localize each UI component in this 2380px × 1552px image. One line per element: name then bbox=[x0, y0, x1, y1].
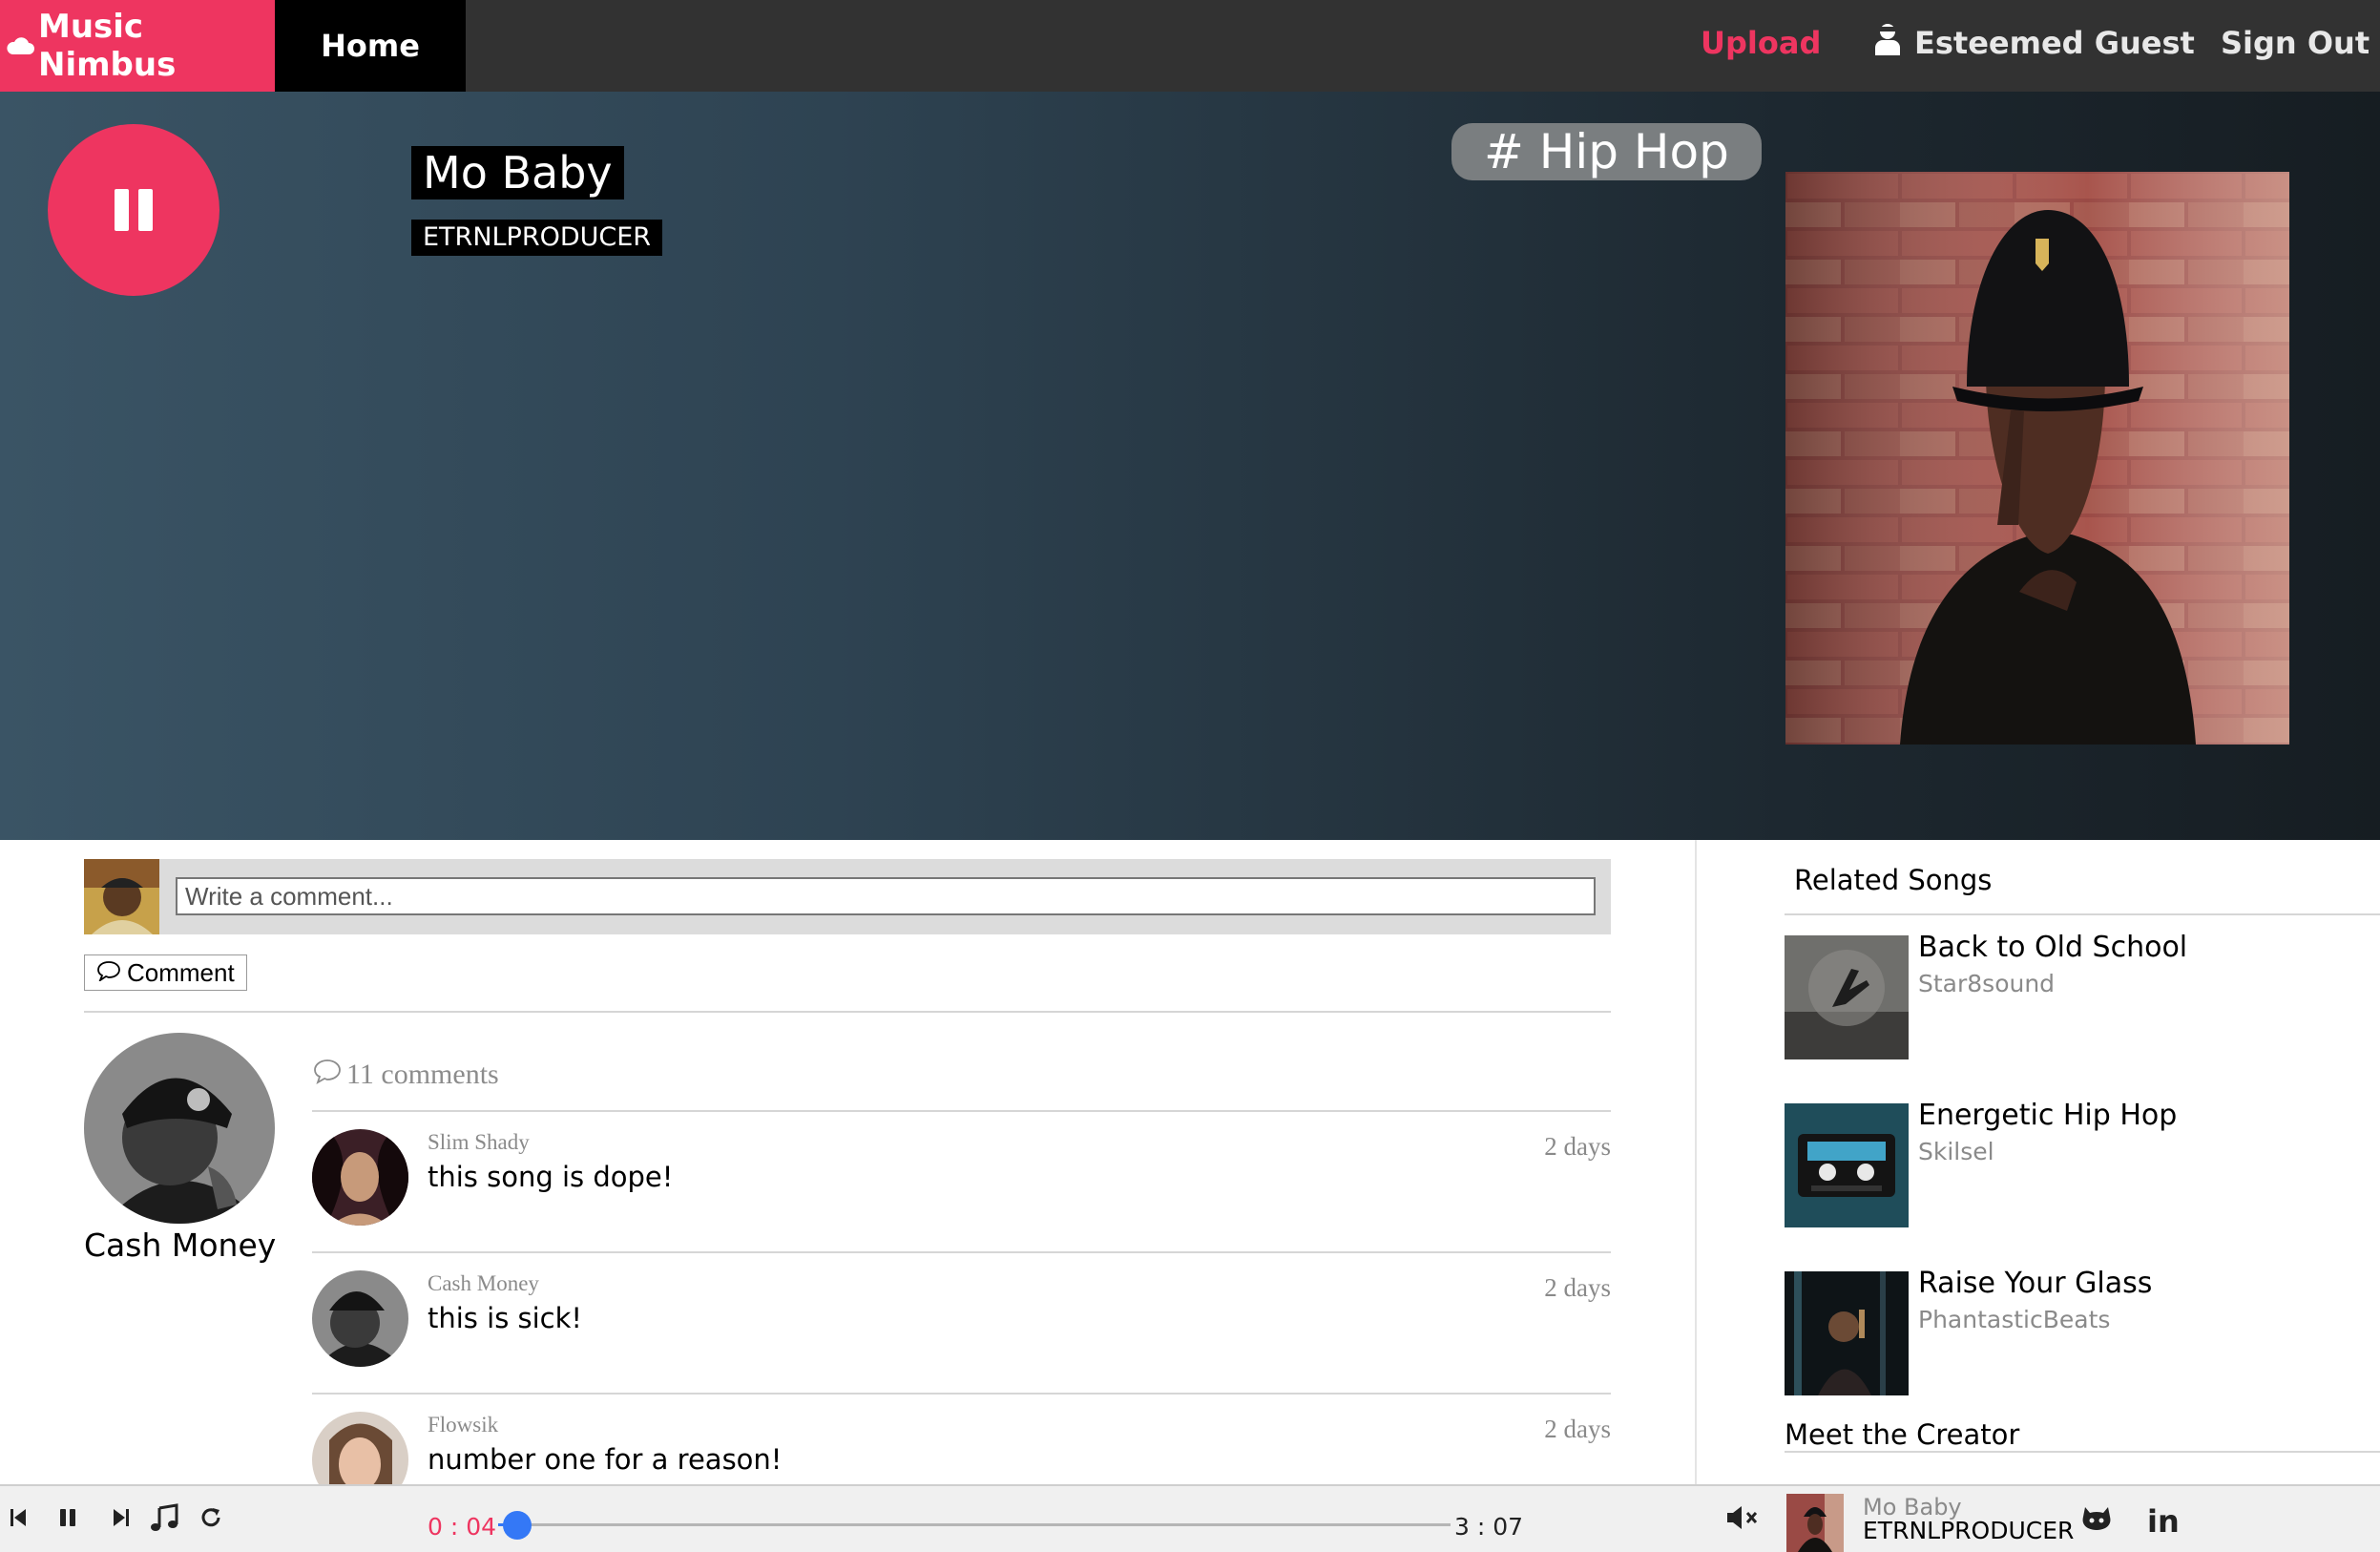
comment-text: this is sick! bbox=[428, 1302, 583, 1334]
song-artist[interactable]: ETRNLPRODUCER bbox=[411, 220, 663, 256]
skip-back-icon bbox=[10, 1507, 27, 1532]
player-bar: 0 : 04 3 : 07 Mo Baby ETRNLPRODUCER in bbox=[0, 1484, 2380, 1552]
comment-username[interactable]: Slim Shady bbox=[428, 1130, 530, 1155]
song-title: Mo Baby bbox=[411, 146, 624, 199]
related-song-artist[interactable]: Star8sound bbox=[1918, 970, 2055, 997]
divider bbox=[312, 1251, 1611, 1253]
related-song-title[interactable]: Energetic Hip Hop bbox=[1918, 1099, 2177, 1132]
mute-button[interactable] bbox=[1725, 1503, 1760, 1536]
song-hero: Mo Baby ETRNLPRODUCER # Hip Hop bbox=[0, 92, 2380, 840]
genre-tag[interactable]: # Hip Hop bbox=[1451, 123, 1762, 180]
skip-forward-icon bbox=[113, 1507, 130, 1532]
comment-username[interactable]: Cash Money bbox=[428, 1271, 539, 1296]
progress-thumb[interactable] bbox=[502, 1511, 532, 1540]
divider bbox=[1785, 913, 2380, 915]
now-playing-cover bbox=[1786, 1494, 1844, 1552]
comment-text: this song is dope! bbox=[428, 1161, 674, 1193]
comment-avatar[interactable] bbox=[312, 1270, 408, 1367]
divider bbox=[312, 1393, 1611, 1395]
brand-logo[interactable]: Music Nimbus bbox=[0, 0, 275, 92]
sidebar-divider bbox=[1695, 840, 1697, 1484]
comment-submit-button[interactable]: Comment bbox=[84, 954, 247, 991]
comment-time: 2 days bbox=[1544, 1132, 1611, 1161]
nav-signout-link[interactable]: Sign Out bbox=[2221, 25, 2370, 61]
playlist-button[interactable] bbox=[150, 1503, 180, 1536]
github-link[interactable] bbox=[2080, 1505, 2113, 1536]
comment-avatar[interactable] bbox=[312, 1129, 408, 1226]
pause-button[interactable] bbox=[53, 1505, 82, 1534]
nav-user-name: Esteemed Guest bbox=[1914, 25, 2195, 61]
comment-button-label: Comment bbox=[127, 957, 235, 987]
speech-bubble-icon bbox=[312, 1058, 343, 1092]
comment-text: number one for a reason! bbox=[428, 1443, 783, 1476]
user-icon bbox=[1874, 23, 1901, 63]
github-icon bbox=[2080, 1507, 2113, 1536]
uploader-name[interactable]: Cash Money bbox=[84, 1227, 276, 1264]
progress-slider[interactable] bbox=[498, 1511, 1451, 1540]
repeat-button[interactable] bbox=[197, 1505, 225, 1534]
related-songs-title: Related Songs bbox=[1794, 864, 1993, 896]
cloud-icon bbox=[6, 36, 34, 55]
divider bbox=[1785, 1451, 2380, 1453]
total-time: 3 : 07 bbox=[1454, 1513, 1524, 1541]
related-song-artist[interactable]: Skilsel bbox=[1918, 1138, 1994, 1165]
comment-time: 2 days bbox=[1544, 1415, 1611, 1443]
album-cover bbox=[1785, 172, 2289, 745]
nav-home-tab[interactable]: Home bbox=[275, 0, 466, 92]
related-song-artist[interactable]: PhantasticBeats bbox=[1918, 1306, 2110, 1333]
comment-input[interactable] bbox=[176, 877, 1596, 915]
brand-name: Music Nimbus bbox=[38, 8, 177, 84]
top-nav: Music Nimbus Home Upload Esteemed Guest … bbox=[0, 0, 2380, 92]
next-track-button[interactable] bbox=[107, 1505, 136, 1534]
current-time: 0 : 04 bbox=[428, 1513, 497, 1541]
pause-icon bbox=[57, 1507, 78, 1532]
repeat-icon bbox=[198, 1505, 223, 1534]
meet-creator-title: Meet the Creator bbox=[1785, 1418, 2020, 1451]
pause-icon bbox=[110, 189, 157, 231]
now-playing-artist: ETRNLPRODUCER bbox=[1863, 1517, 2075, 1544]
related-song-title[interactable]: Back to Old School bbox=[1918, 931, 2187, 964]
comment-username[interactable]: Flowsik bbox=[428, 1413, 498, 1437]
current-user-avatar bbox=[84, 859, 159, 934]
nav-upload-link[interactable]: Upload bbox=[1701, 25, 1821, 61]
music-note-icon bbox=[150, 1503, 180, 1536]
divider bbox=[84, 1011, 1611, 1013]
related-song-thumbnail[interactable] bbox=[1785, 935, 1909, 1059]
speech-bubble-icon bbox=[96, 958, 121, 988]
hero-pause-button[interactable] bbox=[48, 124, 219, 296]
linkedin-icon[interactable]: in bbox=[2147, 1503, 2180, 1540]
comment-count: 11 comments bbox=[312, 1058, 499, 1092]
volume-mute-icon bbox=[1725, 1506, 1760, 1536]
comment-count-label: 11 comments bbox=[346, 1059, 499, 1090]
related-song-thumbnail[interactable] bbox=[1785, 1103, 1909, 1227]
comment-time: 2 days bbox=[1544, 1273, 1611, 1302]
divider bbox=[312, 1110, 1611, 1112]
related-song-thumbnail[interactable] bbox=[1785, 1271, 1909, 1395]
nav-user-menu[interactable]: Esteemed Guest bbox=[1874, 23, 2195, 63]
uploader-avatar[interactable] bbox=[84, 1033, 275, 1224]
comment-form bbox=[84, 859, 1611, 934]
related-song-title[interactable]: Raise Your Glass bbox=[1918, 1267, 2152, 1300]
previous-track-button[interactable] bbox=[4, 1505, 32, 1534]
